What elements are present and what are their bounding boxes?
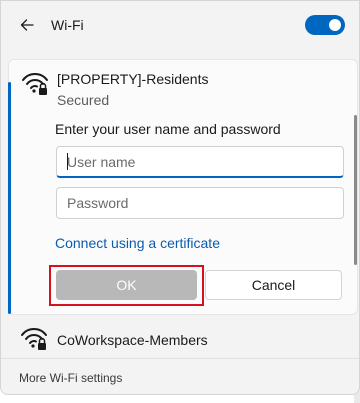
wifi-flyout: Wi-Fi [PROPERTY]-Residents Secured Enter… (0, 0, 360, 395)
back-arrow-icon (20, 19, 34, 31)
more-wifi-settings-link[interactable]: More Wi-Fi settings (19, 371, 122, 385)
username-field[interactable] (56, 146, 344, 178)
network-name: CoWorkspace-Members (57, 332, 208, 348)
credentials-prompt: Enter your user name and password (55, 121, 281, 137)
network-name: [PROPERTY]-Residents (57, 71, 209, 87)
flyout-header: Wi-Fi (1, 1, 359, 53)
footer-divider (1, 358, 359, 359)
page-title: Wi-Fi (51, 17, 84, 33)
wifi-secured-icon (22, 73, 48, 95)
text-caret (67, 153, 68, 170)
network-list-item[interactable]: CoWorkspace-Members (8, 321, 348, 357)
network-status: Secured (57, 92, 110, 108)
scrollbar[interactable] (354, 115, 357, 265)
back-button[interactable] (15, 13, 39, 37)
wifi-toggle[interactable] (305, 15, 345, 35)
ok-button[interactable]: OK (56, 270, 197, 300)
toggle-knob (329, 19, 341, 31)
connect-certificate-link[interactable]: Connect using a certificate (55, 235, 220, 251)
selection-indicator (8, 82, 11, 314)
password-field[interactable] (56, 187, 344, 219)
cancel-button[interactable]: Cancel (205, 270, 342, 300)
wifi-secured-icon (21, 328, 47, 350)
